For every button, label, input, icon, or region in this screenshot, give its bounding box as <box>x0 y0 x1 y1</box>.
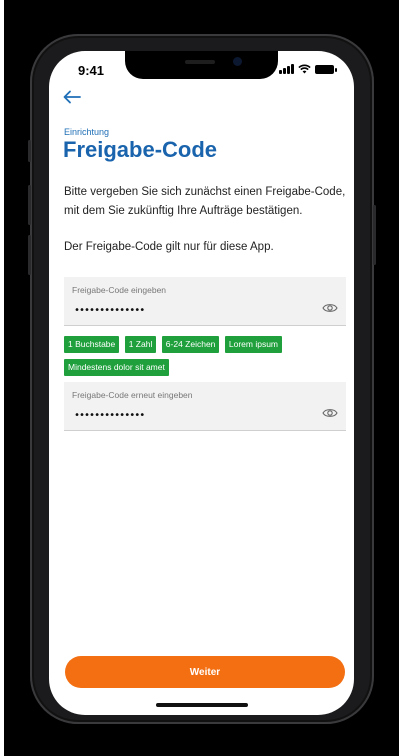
phone-screen: 9:41 Einrichtung Freigabe-Code Bitte ver… <box>49 51 354 715</box>
eye-icon[interactable] <box>322 302 338 314</box>
phone-volume-up <box>28 185 31 225</box>
speaker-grille <box>185 60 215 64</box>
code-field[interactable]: Freigabe-Code eingeben <box>64 277 346 326</box>
requirement-chips: 1 Buchstabe 1 Zahl 6-24 Zeichen Lorem ip… <box>64 334 349 380</box>
signal-icon <box>279 64 294 74</box>
code-input[interactable] <box>74 305 274 316</box>
intro-text: Bitte vergeben Sie sich zunächst einen F… <box>64 186 346 217</box>
section-eyebrow: Einrichtung <box>64 127 110 137</box>
eye-icon[interactable] <box>322 407 338 419</box>
status-icons <box>279 64 337 74</box>
phone-notch <box>125 51 278 79</box>
page-title: Freigabe-Code <box>63 137 218 162</box>
phone-volume-down <box>28 235 31 275</box>
phone-power-button <box>373 205 376 265</box>
phone-mute-switch <box>28 140 31 162</box>
back-button[interactable] <box>63 87 91 109</box>
scope-note: Der Freigabe-Code gilt nur für diese App… <box>64 241 274 253</box>
requirement-chip: 1 Zahl <box>124 336 157 353</box>
requirement-chip: 6-24 Zeichen <box>161 336 220 353</box>
requirement-chip: 1 Buchstabe <box>64 336 120 353</box>
continue-button[interactable]: Weiter <box>65 656 345 688</box>
status-time: 9:41 <box>78 63 105 78</box>
requirement-chip: Lorem ipsum <box>224 336 283 353</box>
code-field-label: Freigabe-Code eingeben <box>72 285 167 295</box>
confirm-code-input[interactable] <box>74 410 274 421</box>
battery-icon <box>315 64 337 74</box>
arrow-left-icon <box>63 90 81 104</box>
home-indicator <box>156 703 248 707</box>
requirement-chip: Mindestens dolor sit amet <box>64 359 169 376</box>
confirm-code-field[interactable]: Freigabe-Code erneut eingeben <box>64 382 346 431</box>
confirm-code-field-label: Freigabe-Code erneut eingeben <box>72 390 193 400</box>
front-camera <box>233 57 242 66</box>
wifi-icon <box>298 64 311 74</box>
